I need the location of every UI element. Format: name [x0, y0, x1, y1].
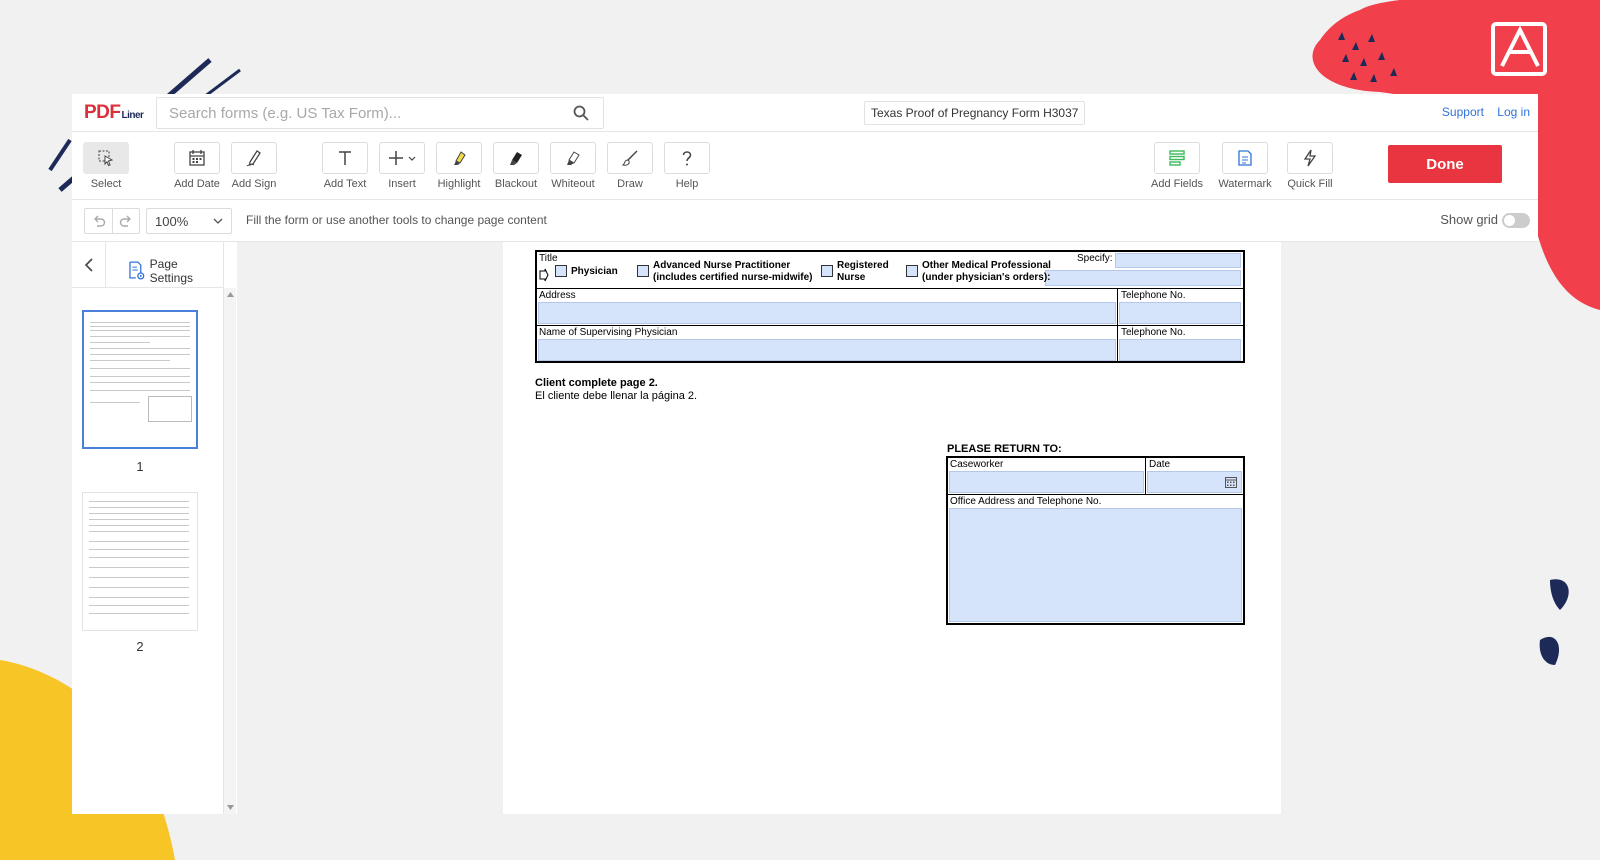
client-instruction-es: El cliente debe llenar la página 2. [535, 390, 698, 402]
provider-table: Title Specify: Physician Advanced Nurse … [535, 250, 1245, 363]
caseworker-label: Caseworker [950, 459, 1004, 470]
document-canvas: Title Specify: Physician Advanced Nurse … [237, 242, 1538, 814]
calendar-icon [189, 150, 205, 166]
telephone-label: Telephone No. [1121, 290, 1186, 301]
pages-sidebar: Page Settings 1 2 [72, 242, 224, 814]
date-field[interactable] [1147, 471, 1242, 493]
return-to-heading: PLEASE RETURN TO: [947, 443, 1062, 455]
login-link[interactable]: Log in [1497, 105, 1530, 119]
undo-icon [93, 215, 105, 227]
specify-label: Specify: [1077, 253, 1113, 264]
page-number-1: 1 [136, 459, 144, 474]
other-professional-checkbox[interactable] [906, 265, 918, 277]
tool-add-sign[interactable]: Add Sign [226, 142, 282, 190]
telephone-field-2[interactable] [1119, 339, 1241, 361]
tool-draw[interactable]: Draw [602, 142, 658, 190]
history-controls [84, 208, 140, 234]
tool-select[interactable]: Select [78, 142, 134, 190]
lightning-icon [1303, 149, 1317, 167]
supervising-physician-field[interactable] [538, 339, 1116, 361]
tool-insert[interactable]: Insert [374, 142, 430, 190]
document-page: Title Specify: Physician Advanced Nurse … [503, 242, 1281, 814]
support-link[interactable]: Support [1442, 105, 1484, 119]
pdfliner-logo[interactable]: PDFLiner [84, 102, 144, 124]
telephone-field[interactable] [1119, 302, 1241, 324]
search-icon[interactable] [573, 105, 589, 121]
scroll-up-icon[interactable] [227, 292, 234, 297]
specify-field-2[interactable] [1045, 270, 1241, 286]
specify-field[interactable] [1115, 253, 1241, 268]
calendar-icon[interactable] [1225, 476, 1237, 488]
tool-help[interactable]: Help [659, 142, 715, 190]
zoom-value: 100% [155, 214, 189, 229]
client-instructions: Client complete page 2. El cliente debe … [535, 377, 697, 403]
fields-icon [1169, 150, 1185, 166]
other-professional-label: Other Medical Professional (under physici… [922, 260, 1051, 283]
collapse-sidebar-button[interactable] [72, 242, 106, 288]
show-grid-label: Show grid [1440, 212, 1498, 227]
physician-label: Physician [571, 266, 618, 277]
sidebar-scrollbar[interactable] [224, 288, 236, 814]
client-instruction-en: Client complete page 2. [535, 377, 658, 389]
rn-label: Registered Nurse [837, 260, 889, 283]
pdf-editor-app: PDFLiner Texas Proof of Pregnancy Form H… [72, 94, 1538, 814]
watermark-icon [1238, 150, 1252, 166]
tool-whiteout[interactable]: Whiteout [545, 142, 601, 190]
secondary-toolbar: 100% Fill the form or use another tools … [72, 200, 1538, 242]
tool-quick-fill[interactable]: Quick Fill [1282, 142, 1338, 190]
blackout-icon [510, 152, 522, 165]
zoom-select[interactable]: 100% [146, 208, 232, 234]
rn-checkbox[interactable] [821, 265, 833, 277]
redo-button[interactable] [112, 209, 139, 233]
page-thumbnail-1[interactable] [82, 310, 198, 449]
top-links: Support Log in [1432, 105, 1530, 119]
page-settings-icon [129, 261, 145, 280]
brush-icon [621, 150, 638, 166]
tool-add-date[interactable]: Add Date [169, 142, 225, 190]
office-address-label: Office Address and Telephone No. [950, 496, 1102, 507]
page-settings-button[interactable]: Page Settings [128, 257, 223, 285]
redo-icon [119, 215, 131, 227]
return-table: Caseworker Date Office Address and Telep… [946, 456, 1245, 625]
physician-checkbox[interactable] [555, 265, 567, 277]
chevron-down-icon [213, 218, 223, 224]
tool-blackout[interactable]: Blackout [488, 142, 544, 190]
address-field[interactable] [538, 302, 1116, 324]
caseworker-field[interactable] [949, 471, 1144, 493]
main-toolbar: Select Add Date Add Sign Add Text Insert… [72, 132, 1538, 200]
eraser-icon [567, 151, 580, 165]
plus-icon [389, 151, 416, 165]
search-input[interactable] [157, 98, 537, 128]
telephone-label-2: Telephone No. [1121, 327, 1186, 338]
tool-highlight[interactable]: Highlight [431, 142, 487, 190]
cursor-select-icon [98, 150, 114, 167]
page-number-2: 2 [136, 639, 144, 654]
text-t-icon [339, 151, 351, 165]
tool-watermark[interactable]: Watermark [1217, 142, 1273, 190]
undo-button[interactable] [85, 209, 112, 233]
highlighter-icon [454, 151, 466, 165]
page-thumbnail-2[interactable] [82, 492, 198, 631]
supervising-physician-label: Name of Supervising Physician [539, 327, 678, 338]
date-label: Date [1149, 459, 1171, 470]
title-label: Title [539, 253, 558, 264]
show-grid-toggle[interactable] [1502, 213, 1530, 228]
tool-add-fields[interactable]: Add Fields [1149, 142, 1205, 190]
office-address-field[interactable] [949, 508, 1242, 622]
pointer-arrow-icon [539, 268, 549, 282]
pen-sign-icon [246, 150, 261, 167]
question-icon [682, 151, 692, 166]
anp-checkbox[interactable] [637, 265, 649, 277]
tool-add-text[interactable]: Add Text [317, 142, 373, 190]
sidebar-header: Page Settings [72, 242, 223, 288]
address-label: Address [539, 290, 576, 301]
hint-text: Fill the form or use another tools to ch… [246, 213, 547, 227]
chevron-left-icon [84, 258, 93, 272]
scroll-down-icon[interactable] [227, 805, 234, 810]
search-box [156, 97, 604, 129]
anp-label: Advanced Nurse Practitioner (includes cer… [653, 260, 813, 283]
top-bar: PDFLiner Texas Proof of Pregnancy Form H… [72, 94, 1538, 132]
done-button[interactable]: Done [1388, 145, 1502, 183]
document-title: Texas Proof of Pregnancy Form H3037 [864, 101, 1086, 125]
